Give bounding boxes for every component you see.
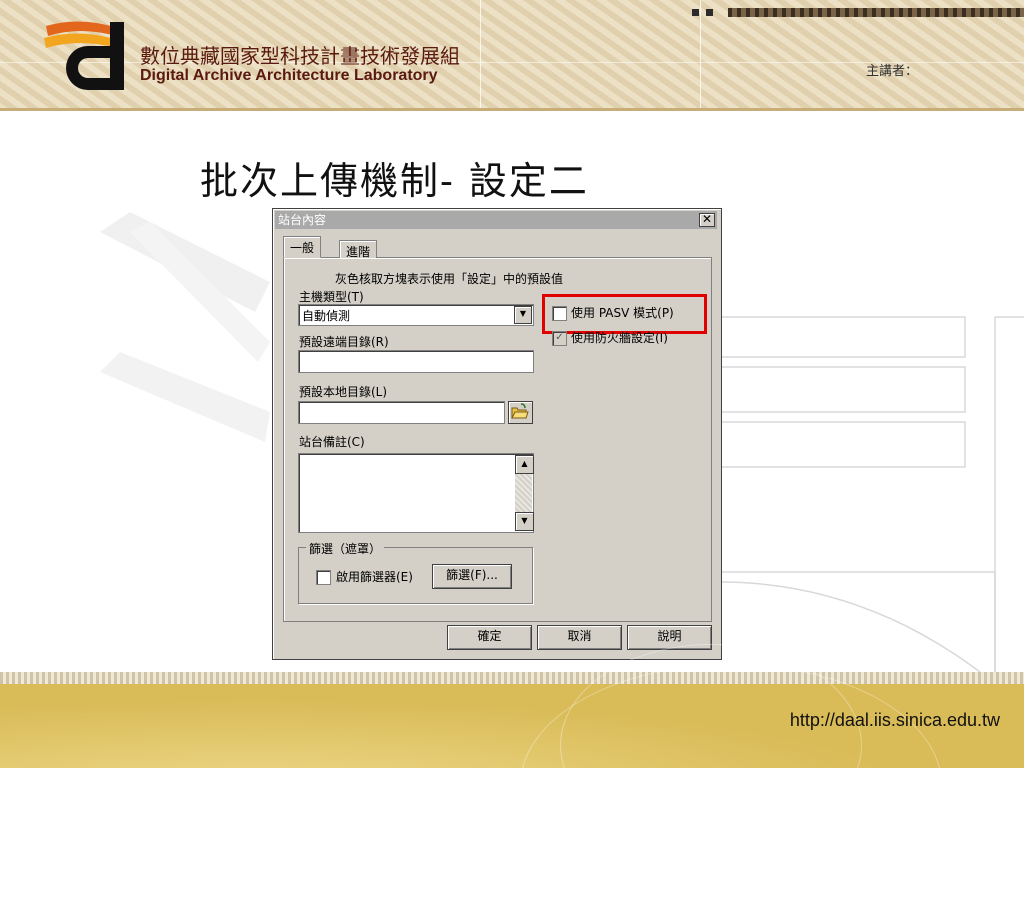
- speaker-label: 主講者：: [866, 64, 919, 79]
- banner-bottom-rule: [0, 108, 1024, 111]
- enable-filter-checkbox[interactable]: [316, 570, 331, 585]
- tab-advanced[interactable]: 進階: [339, 240, 378, 259]
- daal-logo-icon: [44, 21, 124, 90]
- tab-general[interactable]: 一般: [283, 236, 322, 258]
- host-type-value: 自動偵測: [302, 309, 351, 323]
- site-note-scrollbar[interactable]: ▲ ▼: [515, 455, 534, 531]
- firewall-label: 使用防火牆設定(I): [571, 331, 668, 345]
- local-dir-input[interactable]: [298, 401, 505, 424]
- banner-divider: [480, 0, 481, 110]
- ok-button[interactable]: 確定: [447, 625, 532, 650]
- pasv-highlight-box: [542, 294, 707, 334]
- cancel-button[interactable]: 取消: [537, 625, 622, 650]
- close-icon[interactable]: ✕: [699, 213, 715, 227]
- filter-group-label: 篩選（遮罩）: [306, 540, 385, 557]
- filter-button[interactable]: 篩選(F)...: [432, 564, 512, 589]
- folder-icon: [511, 403, 529, 419]
- banner-divider: [700, 0, 701, 110]
- browse-folder-button[interactable]: [508, 401, 533, 424]
- local-dir-label: 預設本地目錄(L): [299, 385, 388, 399]
- enable-filter-label: 啟用篩選器(E): [336, 570, 413, 584]
- dialog-title: 站台內容: [278, 213, 327, 227]
- host-type-select[interactable]: 自動偵測 ▼: [298, 304, 534, 326]
- org-name-chinese: 數位典藏國家型科技計畫技術發展組: [140, 44, 460, 68]
- footer-strip: [0, 672, 1024, 684]
- chevron-down-icon[interactable]: ▼: [514, 306, 532, 324]
- decor-strip: [728, 8, 1024, 17]
- remote-dir-input[interactable]: [298, 350, 534, 373]
- firewall-checkbox[interactable]: ✓: [552, 331, 567, 346]
- scroll-up-icon[interactable]: ▲: [515, 455, 534, 474]
- decor-square: [706, 9, 713, 16]
- gray-checkbox-hint: 灰色核取方塊表示使用「設定」中的預設值: [335, 272, 564, 286]
- decor-square: [692, 9, 699, 16]
- dialog-titlebar: 站台內容 ✕: [275, 211, 717, 229]
- site-note-textarea[interactable]: ▲ ▼: [298, 453, 534, 533]
- remote-dir-label: 預設遠端目錄(R): [299, 335, 389, 349]
- footer-url[interactable]: http://daal.iis.sinica.edu.tw: [790, 710, 1000, 731]
- host-type-label: 主機類型(T): [299, 290, 364, 304]
- scroll-down-icon[interactable]: ▼: [515, 512, 534, 531]
- footer-arc: [520, 664, 942, 906]
- site-note-label: 站台備註(C): [299, 435, 365, 449]
- slide-title: 批次上傳機制- 設定二: [200, 159, 589, 203]
- org-name-english: Digital Archive Architecture Laboratory: [140, 67, 438, 84]
